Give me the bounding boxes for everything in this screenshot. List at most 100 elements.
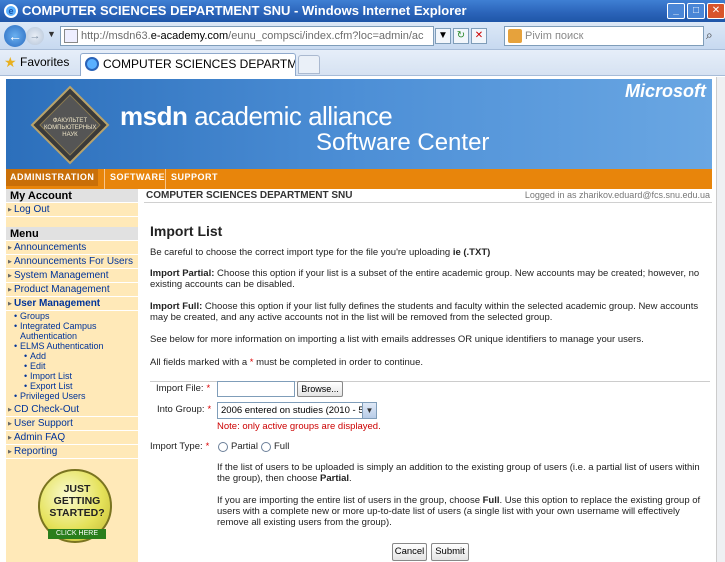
partial-help-bold: Partial — [320, 473, 350, 484]
sidebar-item-announcements-for-users[interactable]: Announcements For Users — [6, 255, 138, 269]
import-type-warning: Be careful to choose the correct import … — [150, 247, 710, 258]
history-dropdown-icon[interactable]: ▼ — [47, 29, 56, 39]
search-placeholder: Pivim поиск — [525, 30, 584, 42]
menu-title: Menu — [6, 227, 138, 241]
window-controls: _ □ ✕ — [665, 3, 725, 19]
import-full-label: Import Full: — [150, 301, 203, 312]
getting-started-badge[interactable]: JUST GETTING STARTED? CLICK HERE — [38, 469, 112, 543]
group-note: Note: only active groups are displayed. — [217, 421, 381, 432]
url-input[interactable]: http://msdn63.e-academy.com/eunu_compsci… — [60, 26, 434, 46]
radio-partial[interactable] — [218, 442, 228, 452]
import-file-field[interactable] — [217, 381, 295, 397]
favorites-button[interactable]: ★ Favorites — [4, 54, 70, 70]
import-full-text: Choose this option if your list fully de… — [150, 301, 699, 323]
import-file-required-star: * — [206, 383, 211, 394]
favorites-label: Favorites — [20, 55, 70, 69]
sidebar-item-user-support[interactable]: User Support — [6, 417, 138, 431]
nav-administration[interactable]: ADMINISTRATION — [6, 169, 99, 186]
import-file-label-text: Import File: — [156, 383, 204, 394]
promo-line-3: STARTED? — [49, 507, 105, 519]
click-here-button[interactable]: CLICK HERE — [48, 529, 106, 539]
site-header: ФАКУЛЬТЕТ КОМПЬЮТЕРНЫХ НАУК msdn academi… — [6, 79, 712, 169]
partial-help-text: If the list of users to be uploaded is s… — [217, 462, 707, 484]
faculty-logo-text: ФАКУЛЬТЕТ КОМПЬЮТЕРНЫХ НАУК — [44, 118, 97, 138]
full-help-pre: If you are importing the entire list of … — [217, 495, 483, 506]
sidebar-item-cd-check-out[interactable]: CD Check-Out — [6, 403, 138, 417]
into-group-label: Into Group: * — [157, 404, 211, 415]
radio-full-label[interactable]: Full — [274, 441, 289, 452]
nav-support[interactable]: SUPPORT — [171, 172, 218, 182]
software-center-title: Software Center — [316, 129, 490, 156]
browser-tab[interactable]: COMPUTER SCIENCES DEPARTMENT ... — [80, 53, 296, 76]
favorites-star-icon: ★ — [4, 54, 17, 70]
sidebar-item-product-management[interactable]: Product Management — [6, 283, 138, 297]
my-account-title: My Account — [6, 189, 138, 203]
page-viewport: ФАКУЛЬТЕТ КОМПЬЮТЕРНЫХ НАУК msdn academi… — [0, 77, 716, 562]
nav-separator — [165, 169, 166, 189]
group-select-dropdown-icon[interactable]: ▼ — [362, 403, 376, 418]
microsoft-logo: Microsoft — [625, 81, 706, 101]
radio-partial-label[interactable]: Partial — [231, 441, 258, 452]
sidebar-item-admin-faq[interactable]: Admin FAQ — [6, 431, 138, 445]
minimize-icon[interactable]: _ — [667, 3, 685, 19]
maximize-icon[interactable]: □ — [687, 3, 705, 19]
vertical-scrollbar[interactable] — [716, 77, 725, 562]
sidebar-item-reporting[interactable]: Reporting — [6, 445, 138, 459]
import-full-desc: Import Full: Choose this option if your … — [150, 301, 710, 323]
forward-button[interactable]: → — [26, 27, 44, 45]
full-help-text: If you are importing the entire list of … — [217, 495, 707, 528]
submit-button[interactable]: Submit — [431, 543, 469, 561]
sidebar-item-user-management[interactable]: User Management — [6, 297, 138, 311]
tab-ie-icon — [85, 57, 99, 71]
sidebar-sub-integrated-campus-auth[interactable]: Integrated Campus Authentication — [6, 321, 138, 341]
sidebar-sub-privileged-users[interactable]: Privileged Users — [6, 391, 138, 401]
partial-help-end: . — [349, 473, 352, 484]
sidebar-item-system-management[interactable]: System Management — [6, 269, 138, 283]
new-tab-button[interactable] — [298, 55, 320, 74]
sidebar-sub-edit[interactable]: Edit — [6, 361, 138, 371]
into-group-label-text: Into Group: — [157, 404, 205, 415]
close-icon[interactable]: ✕ — [707, 3, 725, 19]
nav-separator — [104, 169, 105, 189]
sidebar-sub-elms-auth[interactable]: ELMS Authentication — [6, 341, 138, 351]
live-search-icon — [508, 29, 522, 43]
window-title-bar: e COMPUTER SCIENCES DEPARTMENT SNU - Win… — [0, 0, 725, 22]
sidebar-sub-import-list[interactable]: Import List — [6, 371, 138, 381]
sidebar-sub-add[interactable]: Add — [6, 351, 138, 361]
search-input[interactable]: Pivim поиск — [504, 26, 704, 46]
faculty-logo: ФАКУЛЬТЕТ КОМПЬЮТЕРНЫХ НАУК — [30, 85, 110, 165]
sidebar-item-announcements[interactable]: Announcements — [6, 241, 138, 255]
full-help-bold: Full — [482, 495, 500, 506]
nav-software[interactable]: SOFTWARE — [110, 172, 165, 182]
window-title: COMPUTER SCIENCES DEPARTMENT SNU - Windo… — [22, 3, 467, 18]
warning-text: Be careful to choose the correct import … — [150, 247, 453, 258]
cancel-button[interactable]: Cancel — [392, 543, 427, 561]
warning-file-type: ie (.TXT) — [452, 247, 491, 258]
sidebar-sub-groups[interactable]: Groups — [6, 311, 138, 321]
radio-full[interactable] — [261, 442, 271, 452]
back-button[interactable]: ← — [4, 25, 26, 47]
partial-help-body: If the list of users to be uploaded is s… — [217, 462, 700, 484]
tab-title: COMPUTER SCIENCES DEPARTMENT ... — [103, 57, 296, 71]
academic-alliance-text: academic alliance — [187, 101, 393, 131]
url-domain: e-academy.com — [150, 30, 229, 42]
into-group-required-star: * — [207, 404, 212, 415]
required-fields-note: All fields marked with a * must be compl… — [150, 357, 710, 368]
sidebar-log-out[interactable]: Log Out — [6, 203, 138, 217]
import-type-label-text: Import Type: — [150, 441, 203, 452]
logged-in-status: Logged in as zharikov.eduard@fcs.snu.edu… — [524, 190, 710, 200]
sidebar-sub-export-list[interactable]: Export List — [6, 381, 138, 391]
top-nav: ADMINISTRATION SOFTWARE SUPPORT — [6, 169, 712, 189]
group-select[interactable]: 2006 entered on studies (2010 - 5 course… — [217, 402, 377, 419]
import-partial-text: Choose this option if your list is a sub… — [150, 268, 700, 290]
address-bar: ← → ▼ http://msdn63.e-academy.com/eunu_c… — [0, 22, 725, 50]
ie-logo-icon: e — [4, 4, 18, 18]
info-text: See below for more information on import… — [150, 334, 644, 345]
search-icon[interactable]: ⌕ — [706, 28, 713, 43]
browse-button[interactable]: Browse... — [297, 381, 343, 397]
required-note-post: must be completed in order to continue. — [253, 357, 424, 368]
stop-icon[interactable]: ✕ — [471, 28, 487, 44]
refresh-icon[interactable]: ↻ — [453, 28, 469, 44]
url-dropdown-icon[interactable]: ▼ — [435, 28, 451, 44]
